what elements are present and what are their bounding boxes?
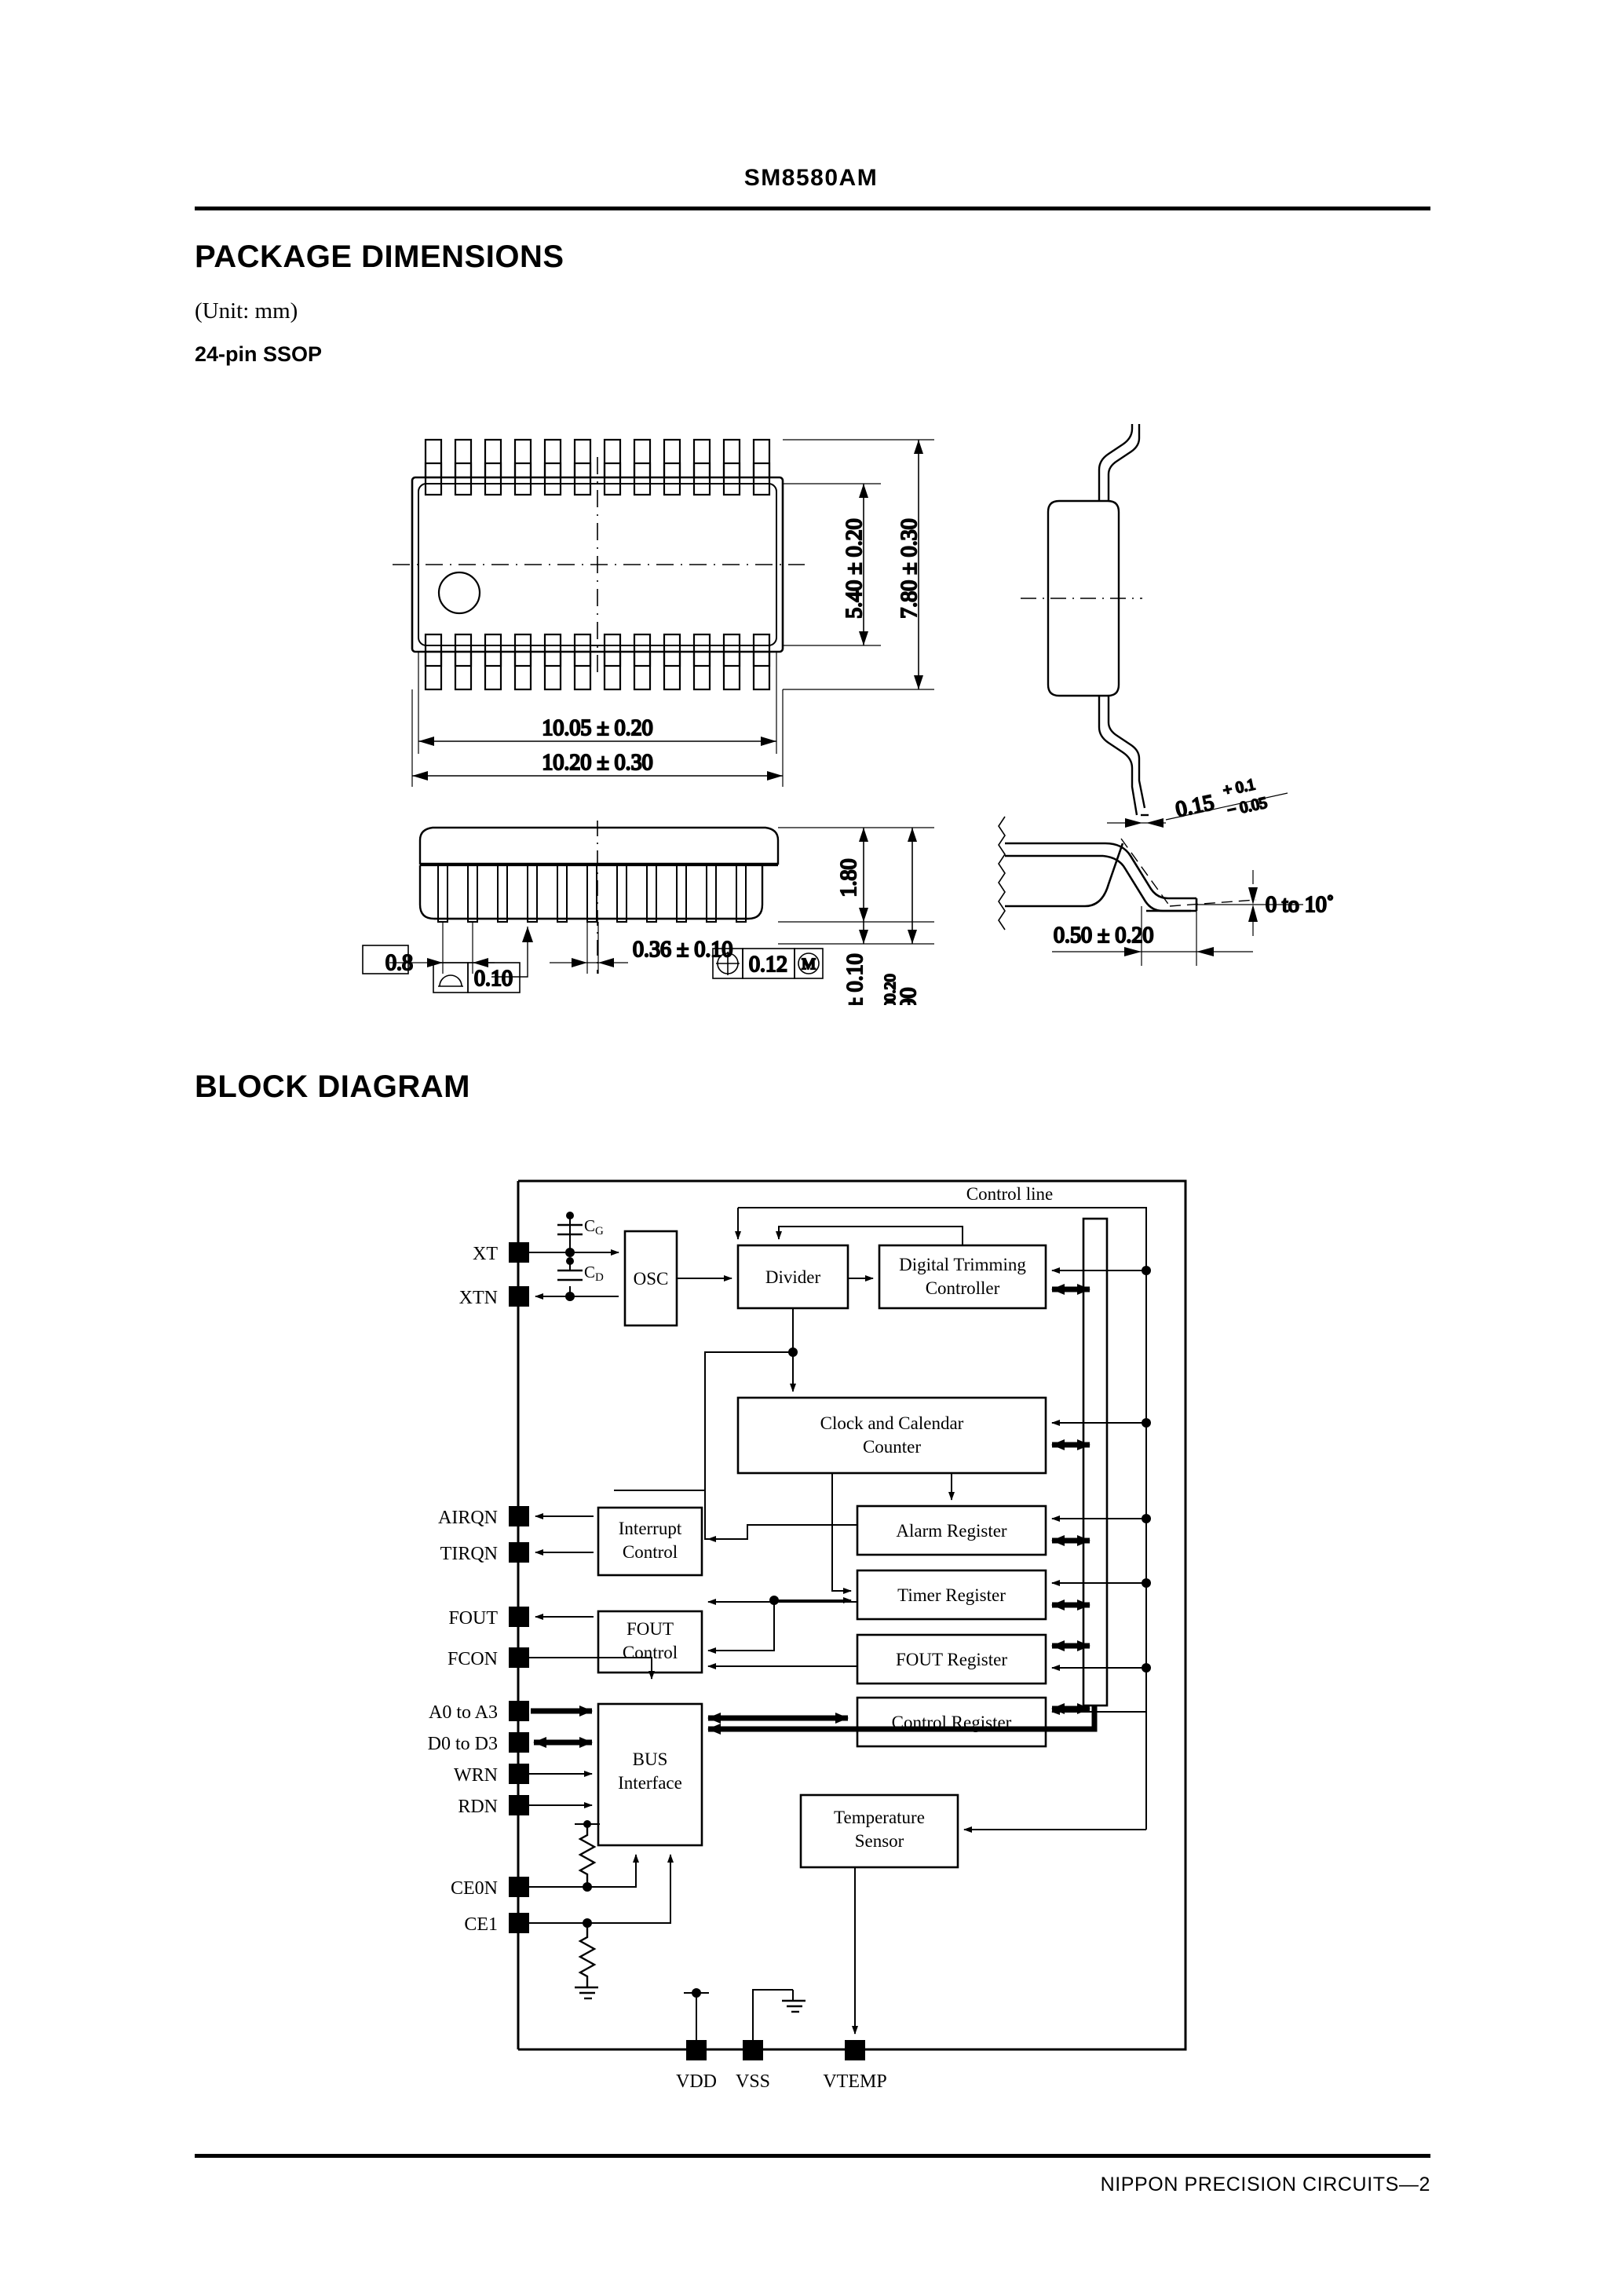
dim-lead-thickness-plus: + 0.1 bbox=[1222, 776, 1257, 799]
block-diagram: OSC Divider Digital Trimming Controller … bbox=[393, 1170, 1272, 2100]
block-label-divider: Divider bbox=[765, 1267, 821, 1287]
block-label-dtc-line2: Controller bbox=[926, 1278, 1000, 1298]
pin-label-xt: XT bbox=[473, 1244, 498, 1264]
pin-label-tirqn: TIRQN bbox=[440, 1544, 498, 1564]
block-label-fout-register: FOUT Register bbox=[896, 1650, 1007, 1669]
capacitor-cg-subscript: G bbox=[595, 1225, 604, 1238]
package-end-view bbox=[1021, 405, 1288, 828]
pin-label-ce0n: CE0N bbox=[451, 1878, 498, 1899]
block-label-interrupt-line2: Control bbox=[623, 1542, 678, 1562]
header-rule bbox=[195, 207, 1430, 210]
dim-total-height-minus: − 0.10 bbox=[882, 1000, 899, 1005]
block-ccc bbox=[736, 1396, 1047, 1475]
page-header-part-number: SM8580AM bbox=[743, 165, 879, 191]
block-interrupt-control bbox=[597, 1506, 703, 1577]
pin-pads bbox=[509, 1242, 865, 2060]
pin-label-xtn: XTN bbox=[459, 1288, 498, 1308]
control-line-label: Control line bbox=[966, 1184, 1054, 1204]
package-dimensions-heading: PACKAGE DIMENSIONS bbox=[195, 239, 564, 274]
footer-rule bbox=[195, 2154, 1430, 2158]
dim-body-depth: 5.40 ± 0.20 bbox=[842, 518, 867, 618]
pin-label-fout: FOUT bbox=[448, 1608, 498, 1629]
block-label-bus-line1: BUS bbox=[633, 1749, 668, 1769]
block-label-ccc-line1: Clock and Calendar bbox=[820, 1413, 964, 1433]
dim-lead-span-depth: 7.80 ± 0.30 bbox=[897, 518, 922, 618]
pin-label-ce1: CE1 bbox=[464, 1914, 498, 1935]
block-label-control-register: Control Register bbox=[892, 1713, 1012, 1732]
block-diagram-heading: BLOCK DIAGRAM bbox=[195, 1069, 470, 1104]
chip-boundary bbox=[518, 1179, 1187, 2051]
capacitor-cd-label: C bbox=[584, 1263, 595, 1281]
block-label-dtc-line1: Digital Trimming bbox=[899, 1255, 1026, 1274]
dim-lead-pitch: 0.8 bbox=[385, 951, 413, 975]
package-type-label: 24-pin SSOP bbox=[195, 342, 323, 366]
block-label-ccc-line2: Counter bbox=[863, 1437, 921, 1457]
pin-label-vss: VSS bbox=[736, 2071, 770, 2092]
dim-total-height-plus: + 0.20 bbox=[882, 974, 899, 1005]
tolerance-position-modifier: M bbox=[802, 956, 816, 973]
dim-total-height: 1.90 bbox=[897, 988, 921, 1006]
footer-company-page: NIPPON PRECISION CIRCUITS—2 bbox=[1100, 2174, 1430, 2195]
dim-foot-angle: 0 to 10˚ bbox=[1266, 893, 1334, 917]
pin-label-d0-d3: D0 to D3 bbox=[428, 1734, 498, 1754]
block-label-osc: OSC bbox=[634, 1269, 669, 1289]
package-drawing: 5.40 ± 0.20 7.80 ± 0.30 10.05 ± 0.20 10.… bbox=[314, 405, 1429, 1055]
pin-label-a0-a3: A0 to A3 bbox=[429, 1702, 498, 1723]
dim-body-height: 1.80 bbox=[837, 859, 861, 898]
tolerance-profile-value: 0.10 bbox=[474, 967, 513, 991]
dim-foot-length: 0.50 ± 0.20 bbox=[1054, 923, 1153, 948]
dim-stand-off: 0.10 ± 0.10 bbox=[843, 953, 868, 1005]
datasheet-page: SM8580AM PACKAGE DIMENSIONS (Unit: mm) 2… bbox=[0, 0, 1622, 2296]
dim-body-width: 10.05 ± 0.20 bbox=[542, 716, 652, 740]
block-label-foutctl-line2: Control bbox=[623, 1643, 678, 1662]
block-label-timer: Timer Register bbox=[897, 1585, 1006, 1605]
dim-lead-span-width: 10.20 ± 0.30 bbox=[542, 751, 652, 775]
block-label-foutctl-line1: FOUT bbox=[627, 1619, 674, 1639]
pin-label-vtemp: VTEMP bbox=[823, 2071, 886, 2092]
pin-label-fcon: FCON bbox=[448, 1649, 498, 1669]
block-label-temp-line1: Temperature bbox=[834, 1808, 925, 1827]
block-label-temp-line2: Sensor bbox=[855, 1831, 904, 1851]
unit-note: (Unit: mm) bbox=[195, 298, 298, 324]
pin-label-rdn: RDN bbox=[458, 1797, 498, 1817]
dim-lead-width: 0.36 ± 0.10 bbox=[633, 938, 732, 962]
block-label-alarm: Alarm Register bbox=[896, 1521, 1006, 1541]
capacitor-cd-subscript: D bbox=[595, 1271, 604, 1284]
tolerance-position-value: 0.12 bbox=[749, 952, 787, 977]
pin-label-vdd: VDD bbox=[676, 2071, 717, 2092]
block-label-interrupt-line1: Interrupt bbox=[619, 1519, 682, 1538]
block-label-bus-line2: Interface bbox=[618, 1773, 682, 1793]
pin-label-wrn: WRN bbox=[454, 1765, 498, 1786]
dim-lead-thickness: 0.15 bbox=[1174, 791, 1216, 823]
pin-label-airqn: AIRQN bbox=[438, 1508, 498, 1528]
capacitor-cg-label: C bbox=[584, 1216, 595, 1235]
